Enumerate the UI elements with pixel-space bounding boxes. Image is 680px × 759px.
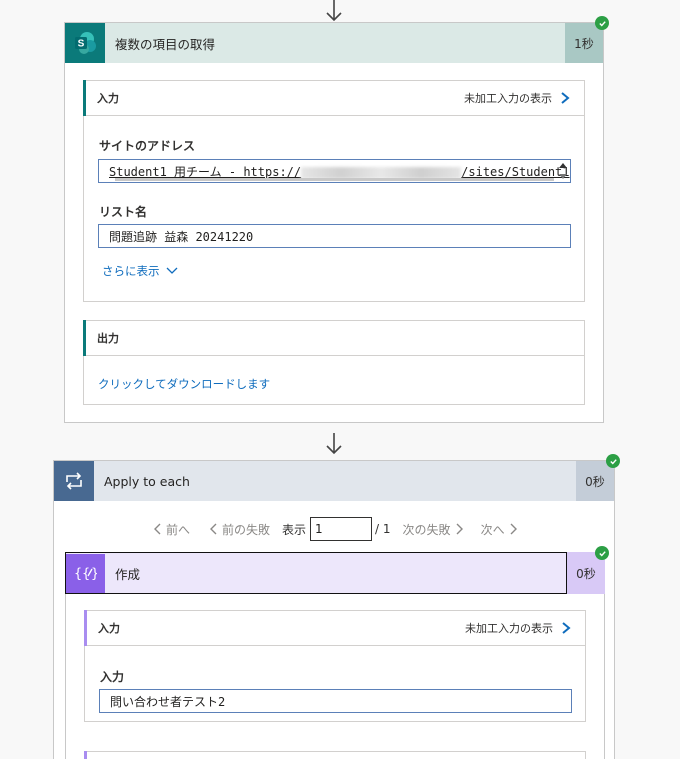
prev-button[interactable]: 前へ	[150, 521, 190, 538]
get-items-card: S 複数の項目の取得 1秒 入力 未加工入力の表示 サイトのアドレス Stude…	[64, 22, 604, 423]
redacted-url	[301, 166, 462, 179]
apply-to-each-success-icon	[606, 454, 620, 468]
inputs-section-header: 入力 未加工入力の表示	[83, 80, 584, 116]
show-label: 表示	[282, 522, 307, 537]
get-items-duration: 1秒	[565, 23, 603, 63]
next-failure-button[interactable]: 次の失敗	[403, 521, 467, 538]
site-field-hscrollbar[interactable]	[115, 178, 554, 181]
site-address-value-suffix: /sites/Student1	[461, 165, 570, 179]
show-raw-inputs-link[interactable]: 未加工入力の表示	[465, 620, 553, 636]
next-label: 次へ	[480, 522, 505, 537]
chevron-right-icon[interactable]	[559, 621, 573, 635]
loop-icon	[54, 461, 94, 501]
compose-title: 作成	[115, 566, 141, 582]
show-more-button[interactable]: さらに表示	[102, 263, 179, 279]
prev-label: 前へ	[166, 522, 191, 537]
compose-header[interactable]: { } { 作成	[65, 552, 567, 594]
download-outputs-link[interactable]: クリックしてダウンロードします	[98, 376, 270, 392]
get-items-header[interactable]: S 複数の項目の取得 1秒	[65, 23, 603, 63]
apply-to-each-card: Apply to each 0秒 前へ 前の失敗 表示 / 1 次の失敗 次へ	[53, 460, 615, 759]
compose-input-field[interactable]: 問い合わせ者テスト2	[99, 689, 572, 713]
get-items-success-icon	[595, 16, 609, 30]
compose-icon: { } {	[66, 553, 105, 593]
iteration-pager: 前へ 前の失敗 表示 / 1 次の失敗 次へ	[150, 517, 521, 541]
compose-inputs-header: 入力 未加工入力の表示	[84, 610, 585, 646]
compose-inputs-section: 入力 未加工入力の表示 入力 問い合わせ者テスト2	[84, 610, 586, 722]
prev-failure-button[interactable]: 前の失敗	[206, 521, 270, 538]
apply-to-each-duration: 0秒	[576, 461, 614, 501]
outputs-section-header: 出力	[83, 320, 584, 356]
site-address-field[interactable]: Student1 用チーム - https:// /sites/Student1	[98, 159, 571, 183]
compose-card: { } { 作成 0秒 入力 未加工入力の表示 入力 問い合わせ者テスト2	[65, 552, 605, 759]
list-name-field[interactable]: 問題追跡 益森 20241220	[98, 224, 571, 248]
get-items-outputs-section: 出力 クリックしてダウンロードします	[83, 320, 585, 405]
site-field-scroll-arrows-icon[interactable]	[558, 161, 568, 181]
chevron-right-icon	[456, 523, 463, 535]
prev-failure-label: 前の失敗	[222, 522, 271, 537]
show-more-label: さらに表示	[102, 264, 160, 278]
chevron-left-icon	[210, 523, 217, 535]
svg-text:{: {	[75, 567, 82, 582]
chevron-left-icon	[154, 523, 161, 535]
compose-outputs-section	[84, 751, 586, 759]
get-items-inputs-section: 入力 未加工入力の表示 サイトのアドレス Student1 用チーム - htt…	[83, 80, 585, 302]
flow-arrow-middle	[324, 433, 344, 459]
outputs-section-title: 出力	[97, 332, 119, 345]
apply-to-each-header[interactable]: Apply to each 0秒	[54, 461, 614, 501]
next-failure-label: 次の失敗	[402, 522, 451, 537]
show-raw-inputs-link[interactable]: 未加工入力の表示	[464, 90, 552, 106]
iteration-total: / 1	[375, 522, 391, 536]
apply-to-each-title: Apply to each	[104, 473, 190, 489]
get-items-title: 複数の項目の取得	[115, 36, 216, 52]
iteration-number-input[interactable]	[310, 517, 373, 541]
chevron-right-icon[interactable]	[558, 91, 572, 105]
chevron-down-icon	[166, 267, 177, 274]
next-button[interactable]: 次へ	[481, 521, 521, 538]
site-address-value-prefix: Student1 用チーム - https://	[109, 165, 302, 179]
list-name-label: リスト名	[99, 205, 148, 219]
chevron-right-icon	[510, 523, 517, 535]
compose-success-icon	[595, 546, 609, 560]
compose-inputs-title: 入力	[98, 622, 120, 635]
inputs-section-title: 入力	[97, 92, 119, 105]
svg-text:S: S	[78, 39, 85, 50]
site-address-label: サイトのアドレス	[99, 139, 196, 153]
compose-input-label: 入力	[100, 670, 125, 684]
sharepoint-icon: S	[65, 23, 105, 63]
svg-text:}: }	[91, 567, 97, 582]
